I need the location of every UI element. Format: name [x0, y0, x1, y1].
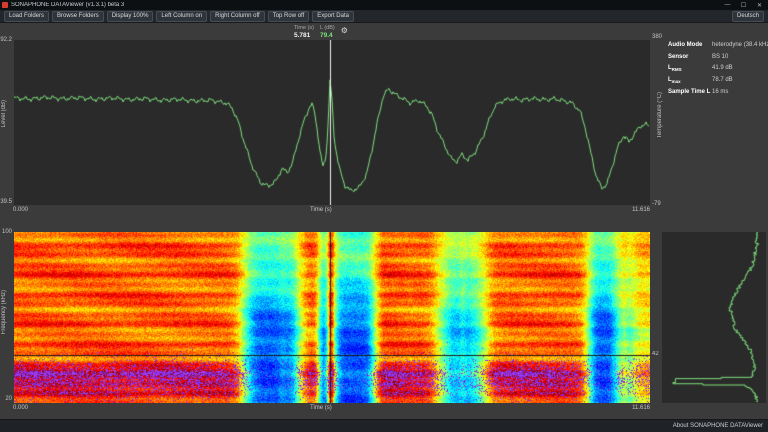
- cursor-time-label: Time (s): [294, 26, 314, 32]
- spec-xaxis-end-tick: 11.616: [627, 405, 650, 411]
- level-chart-canvas[interactable]: [14, 40, 650, 205]
- language-button[interactable]: Deutsch: [732, 11, 764, 22]
- maximize-icon[interactable]: ☐: [737, 2, 750, 9]
- browse-folders-button[interactable]: Browse Folders: [52, 11, 104, 22]
- frequency-axis-label: Frequency (kHz): [1, 290, 7, 334]
- info-label: Lmax: [668, 77, 712, 84]
- info-label: Sample Time L: [668, 89, 712, 96]
- cursor-level-label: L (dB): [320, 26, 335, 32]
- temp-axis-max-tick: 380: [652, 34, 662, 40]
- info-label: Sensor: [668, 54, 712, 61]
- window-title: SONAPHONE DATAViewer (v1.3.1) beta 3: [11, 2, 718, 8]
- titlebar: SONAPHONE DATAViewer (v1.3.1) beta 3 — ☐…: [0, 0, 768, 10]
- temperature-axis-label: Temperature (°C): [657, 92, 663, 138]
- level-axis-label: Level (dB): [1, 100, 7, 127]
- load-folders-button[interactable]: Load Folders: [4, 11, 49, 22]
- cursor-level-group: L (dB) 79.4: [320, 26, 335, 40]
- level-xaxis-label: Time (s): [310, 207, 332, 213]
- level-xaxis-end-tick: 11.616: [627, 207, 650, 213]
- freq-axis-min-tick: 20: [0, 396, 12, 402]
- spectrum-profile-canvas[interactable]: [662, 232, 766, 403]
- cursor-time-value: 5.781: [294, 32, 314, 40]
- toolbar: Load Folders Browse Folders Display 100%…: [0, 10, 768, 23]
- settings-gear-icon[interactable]: ⚙: [341, 27, 348, 35]
- info-row-lrms: LRMS 41.9 dB: [668, 65, 766, 72]
- cursor-time-group: Time (s) 5.781: [294, 26, 314, 40]
- app-logo-icon: [2, 2, 8, 8]
- app-window: SONAPHONE DATAViewer (v1.3.1) beta 3 — ☐…: [0, 0, 768, 432]
- info-row-sensor: Sensor BS 10: [668, 54, 766, 61]
- info-row-lmax: Lmax 78.7 dB: [668, 77, 766, 84]
- export-data-button[interactable]: Export Data: [312, 11, 354, 22]
- spec-xaxis-label: Time (s): [310, 405, 332, 411]
- info-label: LRMS: [668, 65, 712, 72]
- minimize-icon[interactable]: —: [721, 2, 734, 8]
- about-link[interactable]: About SONAPHONE DATAViewer: [673, 423, 763, 429]
- level-axis-max-tick: 92.2: [0, 37, 12, 43]
- display-zoom-button[interactable]: Display 100%: [107, 11, 154, 22]
- info-value: 78.7 dB: [712, 77, 733, 84]
- spec-xaxis-start-tick: 0.000: [13, 405, 28, 411]
- temp-axis-min-tick: -79: [652, 201, 661, 207]
- statusbar: About SONAPHONE DATAViewer: [0, 419, 768, 432]
- left-column-toggle[interactable]: Left Column on: [156, 11, 207, 22]
- info-value: 41.9 dB: [712, 65, 733, 72]
- info-label: Audio Mode: [668, 42, 712, 49]
- cursor-readout: Time (s) 5.781 L (dB) 79.4 ⚙: [294, 26, 348, 40]
- level-axis-min-tick: 39.5: [0, 199, 12, 205]
- level-xaxis-start-tick: 0.000: [13, 207, 28, 213]
- info-value: 16 ms: [712, 89, 728, 96]
- crosshair-frequency-tick: 42: [652, 351, 659, 357]
- cursor-level-value: 79.4: [320, 32, 335, 40]
- info-row-audio-mode: Audio Mode heterodyne (38.4 kHz): [668, 42, 766, 49]
- close-icon[interactable]: ✕: [753, 2, 766, 9]
- info-panel: Audio Mode heterodyne (38.4 kHz) Sensor …: [668, 42, 766, 100]
- spectrogram-canvas[interactable]: [14, 232, 650, 403]
- info-value: BS 10: [712, 54, 728, 61]
- top-row-toggle[interactable]: Top Row off: [268, 11, 310, 22]
- freq-axis-max-tick: 100: [0, 229, 12, 235]
- right-column-toggle[interactable]: Right Column off: [210, 11, 265, 22]
- info-row-sample-time: Sample Time L 16 ms: [668, 89, 766, 96]
- info-value: heterodyne (38.4 kHz): [712, 42, 768, 49]
